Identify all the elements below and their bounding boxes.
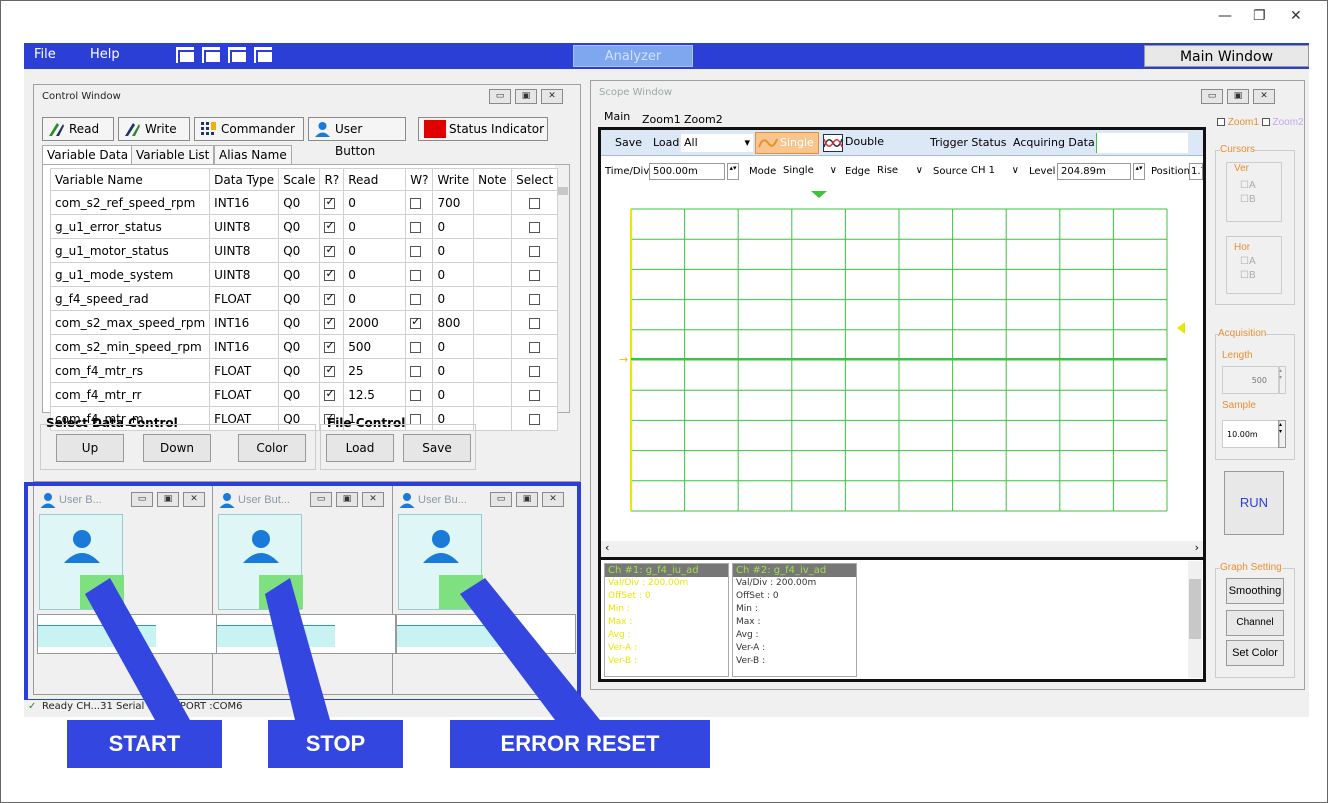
start-callout: START	[67, 720, 222, 768]
error-reset-arrow	[460, 578, 600, 720]
error-reset-callout: ERROR RESET	[450, 720, 710, 768]
stop-callout: STOP	[268, 720, 403, 768]
stop-arrow	[265, 578, 330, 720]
callout-arrows	[85, 578, 600, 720]
start-arrow	[85, 578, 190, 720]
